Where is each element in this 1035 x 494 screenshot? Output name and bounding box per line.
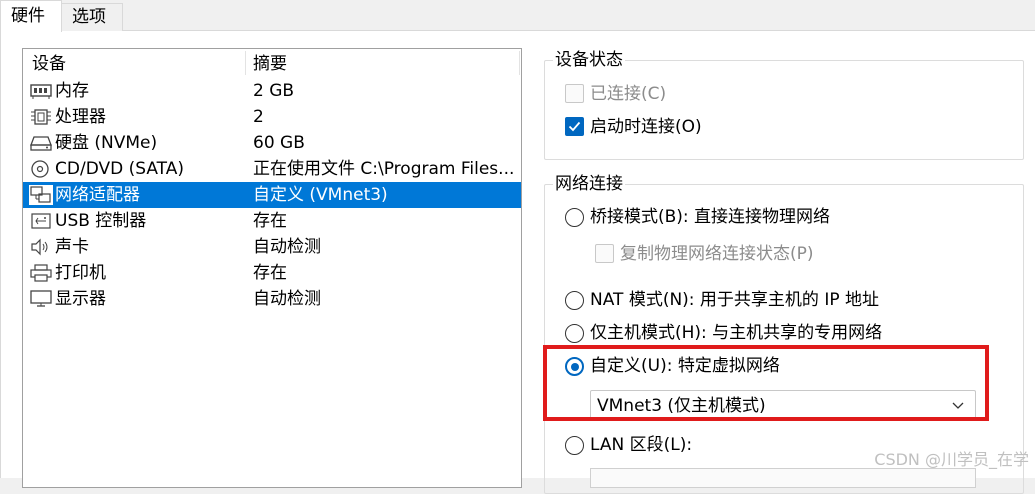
tab-options[interactable]: 选项 bbox=[61, 3, 123, 31]
device-row-processor[interactable]: 处理器 2 bbox=[23, 104, 521, 130]
device-status-group: 设备状态 bbox=[544, 49, 1024, 160]
device-list[interactable]: 设备 摘要 内存 2 GB 处理器 2 硬盘 (NVMe) 60 GB CD/D… bbox=[22, 48, 522, 488]
connected-checkbox[interactable] bbox=[565, 84, 584, 103]
tab-hardware[interactable]: 硬件 bbox=[0, 0, 62, 32]
device-name: 内存 bbox=[55, 81, 89, 101]
host-only-label: 仅主机模式(H): 与主机共享的专用网络 bbox=[590, 323, 883, 343]
device-row-memory[interactable]: 内存 2 GB bbox=[23, 78, 521, 104]
lan-segment-radio[interactable] bbox=[565, 436, 584, 455]
device-name: 打印机 bbox=[55, 263, 106, 283]
nat-radio[interactable] bbox=[565, 291, 584, 310]
column-header-device[interactable]: 设备 bbox=[32, 52, 66, 76]
device-name: 处理器 bbox=[55, 107, 106, 127]
device-summary: 正在使用文件 C:\Program Files... bbox=[253, 159, 515, 179]
device-row-display[interactable]: 显示器 自动检测 bbox=[23, 286, 521, 312]
device-status-title: 设备状态 bbox=[553, 49, 625, 71]
column-separator[interactable] bbox=[519, 51, 520, 75]
network-connection-title: 网络连接 bbox=[553, 173, 625, 195]
printer-icon bbox=[29, 263, 53, 283]
device-row-printer[interactable]: 打印机 存在 bbox=[23, 260, 521, 286]
connect-at-power-on-checkbox[interactable] bbox=[565, 117, 584, 136]
memory-icon bbox=[29, 81, 53, 101]
hard-disk-icon bbox=[29, 133, 53, 153]
device-name: 硬盘 (NVMe) bbox=[55, 133, 158, 153]
device-list-header: 设备 摘要 bbox=[23, 49, 521, 77]
column-header-summary[interactable]: 摘要 bbox=[253, 52, 287, 76]
connected-label: 已连接(C) bbox=[590, 84, 667, 104]
sound-card-icon bbox=[29, 237, 53, 257]
cd-dvd-icon bbox=[29, 159, 53, 179]
device-name: 网络适配器 bbox=[55, 182, 140, 208]
replicate-state-label: 复制物理网络连接状态(P) bbox=[620, 244, 814, 264]
device-row-cd-dvd[interactable]: CD/DVD (SATA) 正在使用文件 C:\Program Files... bbox=[23, 156, 521, 182]
replicate-state-checkbox[interactable] bbox=[595, 244, 614, 263]
display-icon bbox=[29, 289, 53, 309]
device-name: 显示器 bbox=[55, 289, 106, 309]
device-summary: 2 GB bbox=[253, 81, 295, 101]
host-only-radio[interactable] bbox=[565, 324, 584, 343]
usb-icon bbox=[29, 211, 53, 231]
device-summary: 60 GB bbox=[253, 133, 305, 153]
device-summary: 存在 bbox=[253, 211, 287, 231]
watermark: CSDN @川学员_在学 bbox=[874, 450, 1029, 469]
device-summary: 2 bbox=[253, 107, 264, 127]
device-summary: 自动检测 bbox=[253, 289, 321, 309]
device-summary: 自定义 (VMnet3) bbox=[253, 185, 388, 205]
device-name: USB 控制器 bbox=[55, 211, 147, 231]
device-name: CD/DVD (SATA) bbox=[55, 159, 184, 179]
device-row-sound-card[interactable]: 声卡 自动检测 bbox=[23, 234, 521, 260]
lan-segment-label: LAN 区段(L): bbox=[590, 435, 693, 455]
column-separator[interactable] bbox=[245, 51, 246, 75]
annotation-highlight-box bbox=[543, 345, 989, 421]
network-adapter-icon bbox=[29, 185, 53, 205]
processor-icon bbox=[29, 107, 53, 127]
device-row-usb-controller[interactable]: USB 控制器 存在 bbox=[23, 208, 521, 234]
device-summary: 自动检测 bbox=[253, 237, 321, 257]
nat-label: NAT 模式(N): 用于共享主机的 IP 地址 bbox=[590, 290, 879, 310]
device-row-network-adapter[interactable]: 网络适配器 自定义 (VMnet3) bbox=[23, 182, 521, 208]
bridged-radio[interactable] bbox=[565, 208, 584, 227]
lan-segment-select[interactable] bbox=[590, 468, 976, 488]
bridged-label: 桥接模式(B): 直接连接物理网络 bbox=[590, 207, 831, 227]
device-row-hard-disk[interactable]: 硬盘 (NVMe) 60 GB bbox=[23, 130, 521, 156]
device-name: 声卡 bbox=[55, 237, 89, 257]
connect-at-power-on-label: 启动时连接(O) bbox=[590, 117, 702, 137]
tab-bar: 硬件 选项 bbox=[0, 0, 1035, 32]
device-summary: 存在 bbox=[253, 263, 287, 283]
